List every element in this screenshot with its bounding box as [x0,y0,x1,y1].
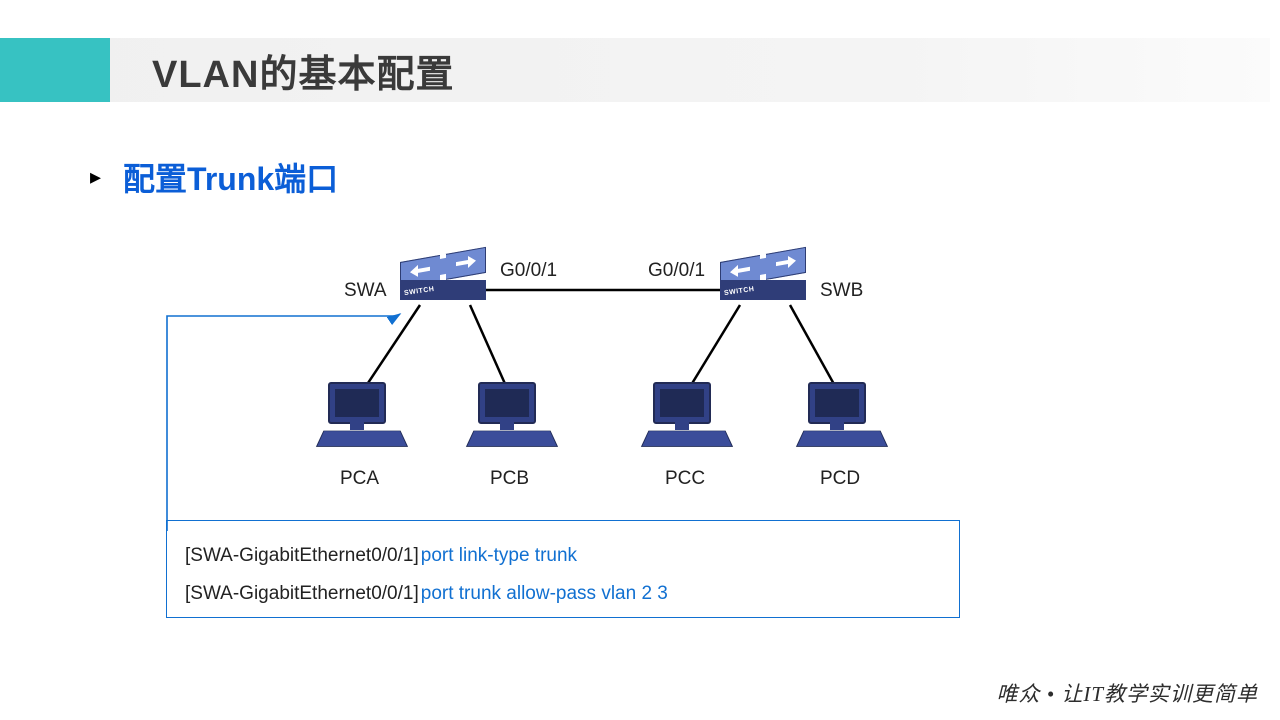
pc-pcb [470,382,554,458]
label-pcd: PCD [820,468,860,490]
switch-swb: SWITCH [720,262,806,312]
config-line-1: [SWA-GigabitEthernet0/0/1] port link-typ… [185,537,941,575]
slide-title: VLAN的基本配置 [152,43,454,98]
switch-swa: SWITCH [400,262,486,312]
label-swb: SWB [820,280,863,302]
prompt-1: [SWA-GigabitEthernet0/0/1] [185,537,419,575]
footer-slogan: 唯众 • 让IT教学实训更简单 [996,678,1258,708]
pc-pcc [645,382,729,458]
config-box: [SWA-GigabitEthernet0/0/1] port link-typ… [166,520,960,618]
cmd-2: port trunk allow-pass vlan 2 3 [421,575,668,613]
subtitle-text: 配置Trunk端口 [123,154,338,200]
label-pcc: PCC [665,468,705,490]
bullet-icon: ▸ [90,164,101,190]
label-swa: SWA [344,280,387,302]
label-port-left: G0/0/1 [500,260,557,282]
label-pcb: PCB [490,468,529,490]
label-pca: PCA [340,468,379,490]
subtitle-row: ▸ 配置Trunk端口 [90,154,338,200]
pc-pca [320,382,404,458]
slide-header: VLAN的基本配置 [0,38,1270,102]
pc-pcd [800,382,884,458]
label-port-right: G0/0/1 [648,260,705,282]
config-line-2: [SWA-GigabitEthernet0/0/1] port trunk al… [185,575,941,613]
cmd-1: port link-type trunk [421,537,577,575]
prompt-2: [SWA-GigabitEthernet0/0/1] [185,575,419,613]
network-diagram: SWITCH SWITCH SWA SWB G0/0/1 G0/0/1 PCA … [300,240,940,520]
header-accent [0,38,110,102]
